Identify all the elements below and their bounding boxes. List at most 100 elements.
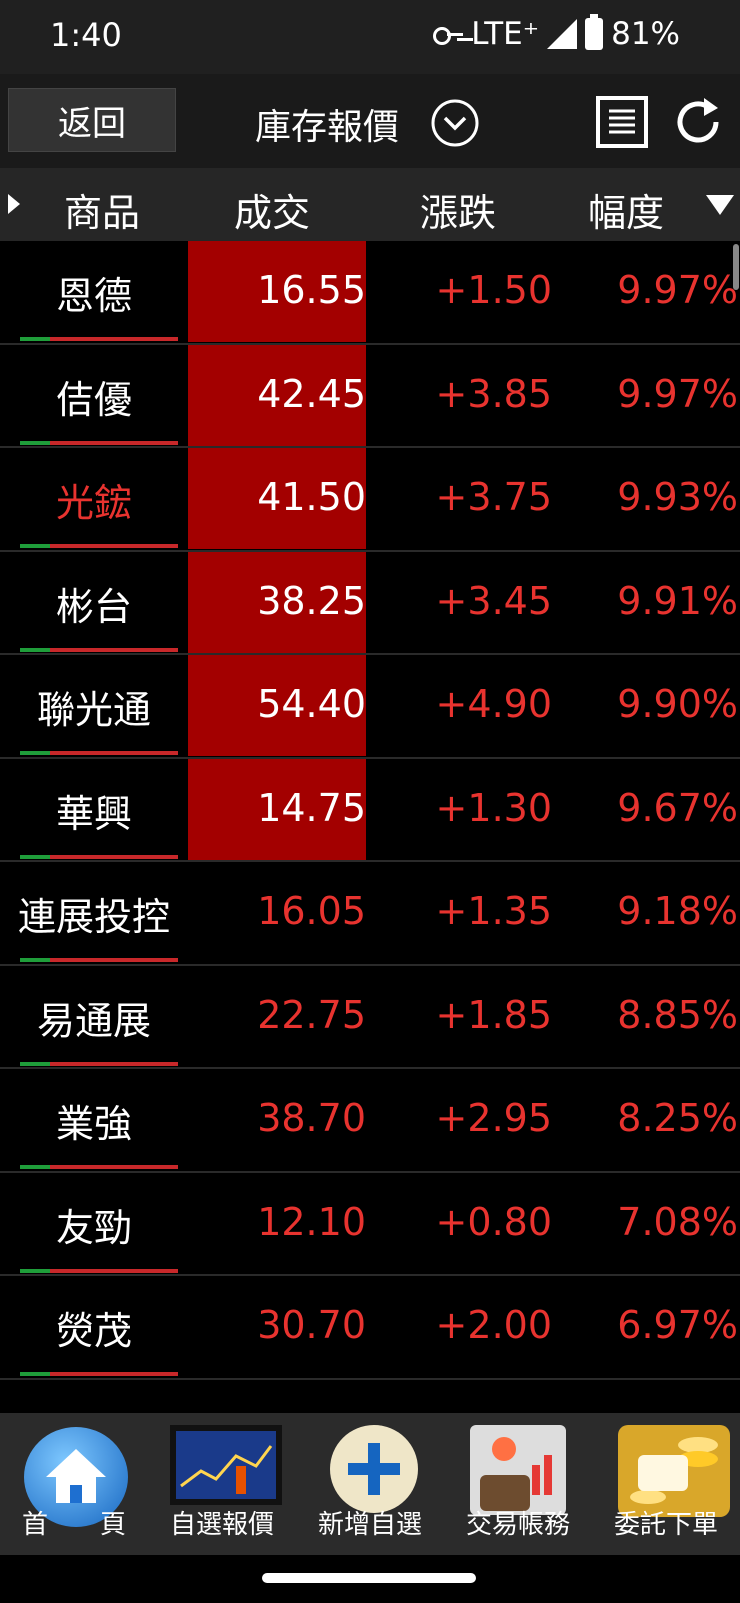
price-value: 14.75 (257, 785, 366, 830)
trend-bar (20, 1061, 178, 1066)
network-label: LTE⁺ (471, 16, 540, 52)
page-title[interactable]: 庫存報價 (255, 98, 399, 150)
column-pct[interactable]: 幅度 (588, 182, 664, 237)
trend-bar (20, 751, 178, 755)
nav-add-watch-label: 新增自選 (317, 1510, 422, 1540)
product-name: 業強 (55, 1102, 132, 1146)
change-value: +2.95 (435, 1096, 552, 1140)
sort-down-icon[interactable] (706, 195, 734, 215)
change-value: +3.85 (435, 371, 552, 416)
product-name: 熒茂 (55, 1309, 132, 1353)
nav-account-label: 交易帳務 (465, 1510, 570, 1540)
trend-bar (20, 854, 178, 859)
price-value: 22.75 (257, 992, 366, 1037)
product-name: 聯光通 (36, 688, 151, 732)
chart-tablet-icon (170, 1425, 282, 1505)
nav-home[interactable]: 首 頁 (0, 1413, 148, 1555)
trend-bar-green (20, 440, 50, 445)
trend-bar-green (20, 1165, 50, 1169)
percent-value: 9.97% (617, 268, 738, 312)
gesture-handle[interactable] (262, 1573, 476, 1583)
refresh-icon[interactable] (672, 96, 724, 148)
trend-bar (20, 440, 178, 445)
price-value: 30.70 (257, 1303, 366, 1347)
table-row[interactable]: 佶優 42.45 +3.85 9.97% (0, 344, 740, 448)
percent-value: 9.97% (617, 371, 738, 416)
status-icons: LTE⁺ 81% (425, 14, 680, 52)
price-value: 42.45 (257, 371, 366, 416)
column-header: 商品 成交 漲跌 幅度 (0, 168, 740, 241)
trend-bar (20, 958, 178, 962)
caret-right-icon[interactable] (8, 194, 20, 214)
list-icon[interactable] (596, 96, 648, 148)
table-row[interactable]: 華興 14.75 +1.30 9.67% (0, 758, 740, 862)
product-name: 連展投控 (17, 895, 170, 939)
percent-value: 7.08% (617, 1199, 738, 1244)
column-price[interactable]: 成交 (234, 182, 310, 237)
percent-value: 6.97% (617, 1303, 738, 1347)
back-button[interactable]: 返回 (8, 88, 176, 152)
status-bar: 1:40 LTE⁺ 81% (0, 0, 740, 74)
percent-value: 9.67% (617, 785, 738, 830)
percent-value: 9.91% (617, 578, 738, 623)
trend-bar-green (20, 854, 50, 859)
nav-watchlist-label: 自選報價 (169, 1510, 274, 1540)
trend-bar-green (20, 1372, 50, 1376)
quote-list[interactable]: 恩德 16.55 +1.50 9.97% 佶優 42.45 +3.85 9.97% 光鋐 41.5… (0, 241, 740, 1413)
change-value: +1.85 (435, 992, 552, 1037)
column-change[interactable]: 漲跌 (420, 182, 496, 237)
trend-bar-green (20, 544, 50, 548)
trend-bar (20, 1165, 178, 1169)
nav-watchlist[interactable]: 自選報價 (148, 1413, 296, 1555)
chevron-down-icon[interactable] (430, 98, 480, 148)
trend-bar (20, 1268, 178, 1273)
table-row[interactable]: 易通展 22.75 +1.85 8.85% (0, 966, 740, 1069)
price-value: 16.55 (257, 268, 366, 312)
nav-order[interactable]: 委託下單 (592, 1413, 740, 1555)
product-name: 恩德 (55, 274, 132, 318)
price-value: 16.05 (257, 889, 366, 933)
table-row[interactable]: 熒茂 30.70 +2.00 6.97% (0, 1276, 740, 1380)
price-value: 54.40 (257, 682, 366, 726)
table-row[interactable]: 友勁 12.10 +0.80 7.08% (0, 1173, 740, 1276)
nav-add-watch[interactable]: 新增自選 (296, 1413, 444, 1555)
table-row[interactable]: 聯光通 54.40 +4.90 9.90% (0, 655, 740, 759)
status-time: 1:40 (50, 16, 122, 54)
change-value: +0.80 (435, 1199, 552, 1244)
app-header: 返回 庫存報價 (0, 74, 740, 168)
percent-value: 8.25% (617, 1096, 738, 1140)
vpn-key-icon (433, 23, 464, 45)
scrollbar[interactable] (733, 244, 739, 290)
change-value: +1.30 (435, 785, 552, 830)
change-value: +2.00 (435, 1303, 552, 1347)
table-row[interactable]: 光鋐 41.50 +3.75 9.93% (0, 448, 740, 552)
table-row[interactable]: 彬台 38.25 +3.45 9.91% (0, 551, 740, 655)
percent-value: 9.90% (617, 682, 738, 726)
nav-account[interactable]: 交易帳務 (444, 1413, 592, 1555)
trend-bar-green (20, 751, 50, 755)
table-row[interactable]: 連展投控 16.05 +1.35 9.18% (0, 862, 740, 966)
change-value: +3.45 (435, 578, 552, 623)
table-row[interactable]: 恩德 16.55 +1.50 9.97% (0, 241, 740, 345)
change-value: +3.75 (435, 475, 552, 519)
change-value: +1.35 (435, 889, 552, 933)
price-value: 38.70 (257, 1096, 366, 1140)
trend-bar-green (20, 1061, 50, 1066)
trend-bar (20, 1372, 178, 1376)
table-row[interactable]: 業強 38.70 +2.95 8.25% (0, 1069, 740, 1173)
percent-value: 8.85% (617, 992, 738, 1037)
price-value: 41.50 (257, 475, 366, 519)
trend-bar-green (20, 1268, 50, 1273)
product-name: 易通展 (36, 998, 151, 1043)
price-value: 12.10 (257, 1199, 366, 1244)
change-value: +4.90 (435, 682, 552, 726)
percent-value: 9.18% (617, 889, 738, 933)
trend-bar (20, 337, 178, 341)
battery-icon (585, 14, 604, 50)
trend-bar (20, 544, 178, 548)
percent-value: 9.93% (617, 475, 738, 519)
column-product[interactable]: 商品 (64, 182, 140, 237)
trend-bar-green (20, 337, 50, 341)
product-name: 友勁 (55, 1205, 132, 1250)
product-name: 彬台 (55, 584, 132, 629)
